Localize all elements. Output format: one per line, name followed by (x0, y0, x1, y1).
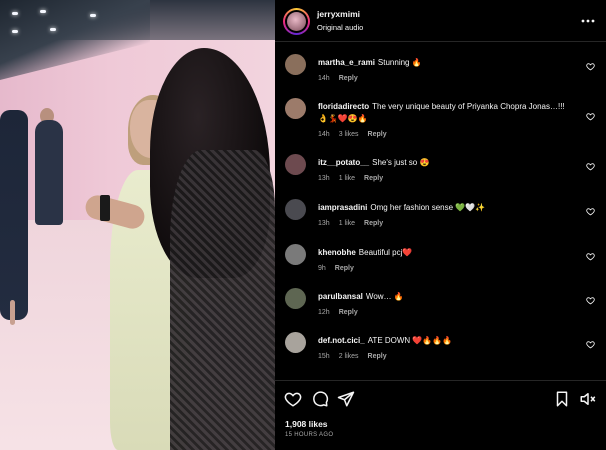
comment-text: Beautiful pcj❤️ (358, 248, 413, 257)
commenter-username[interactable]: parulbansal (318, 292, 363, 301)
like-comment-heart-icon[interactable] (586, 296, 595, 305)
comment-bubble-icon[interactable] (311, 390, 329, 408)
comment-time: 13h (318, 220, 330, 227)
comment-text: Omg her fashion sense 💚🤍✨ (370, 203, 486, 212)
comment-time: 12h (318, 309, 330, 316)
commenter-avatar[interactable] (285, 98, 306, 119)
reply-button[interactable]: Reply (339, 309, 358, 316)
phone (100, 195, 110, 221)
commenter-username[interactable]: martha_e_rami (318, 58, 375, 67)
reply-button[interactable]: Reply (368, 131, 387, 138)
share-paper-plane-icon[interactable] (337, 390, 355, 408)
post-actions: 1,908 likes 15 HOURS AGO (275, 380, 606, 450)
ceiling-light (50, 28, 56, 31)
ceiling-light (12, 30, 18, 33)
reply-button[interactable]: Reply (339, 75, 358, 82)
comment-text: Stunning 🔥 (377, 58, 422, 67)
ceiling-light (12, 12, 18, 15)
post-header: jerryxmimi Original audio (275, 0, 606, 42)
commenter-username[interactable]: iamprasadini (318, 203, 367, 212)
reply-button[interactable]: Reply (364, 175, 383, 182)
commenter-username[interactable]: itz__potato__ (318, 158, 369, 167)
person-left (0, 110, 28, 320)
commenter-avatar[interactable] (285, 54, 306, 75)
commenter-username[interactable]: floridadirecto (318, 102, 369, 111)
likes-count[interactable]: 1,908 likes (285, 419, 328, 429)
comments-list[interactable]: martha_e_rami Stunning 🔥 14h Reply florida… (275, 48, 606, 378)
ceiling-light (90, 14, 96, 17)
comment-time: 9h (318, 265, 326, 272)
post-timestamp: 15 HOURS AGO (285, 432, 334, 438)
ceiling-light (40, 10, 46, 13)
author-username[interactable]: jerryxmimi (317, 9, 360, 19)
more-options-icon[interactable] (580, 12, 596, 26)
comment-time: 15h (318, 353, 330, 360)
man-in-suit (35, 120, 63, 225)
commenter-username[interactable]: def.not.cici_ (318, 336, 365, 345)
comment-text: Wow… 🔥 (365, 292, 404, 301)
person-left-leg (10, 300, 15, 325)
audio-label[interactable]: Original audio (317, 23, 363, 32)
reply-button[interactable]: Reply (364, 220, 383, 227)
commenter-username[interactable]: khenobhe (318, 248, 356, 257)
like-comment-heart-icon[interactable] (586, 62, 595, 71)
author-avatar[interactable] (283, 8, 310, 35)
comment-time: 14h (318, 75, 330, 82)
commenter-avatar[interactable] (285, 154, 306, 175)
comment-time: 14h (318, 131, 330, 138)
comment-text: She's just so 😍 (372, 158, 430, 167)
sequin-dress (170, 150, 275, 450)
mute-speaker-icon[interactable] (579, 390, 597, 408)
comment-likes[interactable]: 3 likes (339, 131, 359, 138)
reply-button[interactable]: Reply (335, 265, 354, 272)
comment-likes[interactable]: 1 like (339, 220, 355, 227)
post-side-panel: jerryxmimi Original audio martha_e_rami S… (275, 0, 606, 450)
like-comment-heart-icon[interactable] (586, 252, 595, 261)
like-comment-heart-icon[interactable] (586, 340, 595, 349)
commenter-avatar[interactable] (285, 244, 306, 265)
commenter-avatar[interactable] (285, 199, 306, 220)
post-video[interactable] (0, 0, 275, 450)
comment-time: 13h (318, 175, 330, 182)
comment-likes[interactable]: 2 likes (339, 353, 359, 360)
like-comment-heart-icon[interactable] (586, 162, 595, 171)
reply-button[interactable]: Reply (368, 353, 387, 360)
commenter-avatar[interactable] (285, 288, 306, 309)
save-bookmark-icon[interactable] (553, 390, 571, 408)
comment-text: ATE DOWN ❤️🔥🔥🔥 (367, 336, 453, 345)
like-comment-heart-icon[interactable] (586, 112, 595, 121)
like-heart-icon[interactable] (284, 390, 302, 408)
commenter-avatar[interactable] (285, 332, 306, 353)
like-comment-heart-icon[interactable] (586, 207, 595, 216)
comment-likes[interactable]: 1 like (339, 175, 355, 182)
